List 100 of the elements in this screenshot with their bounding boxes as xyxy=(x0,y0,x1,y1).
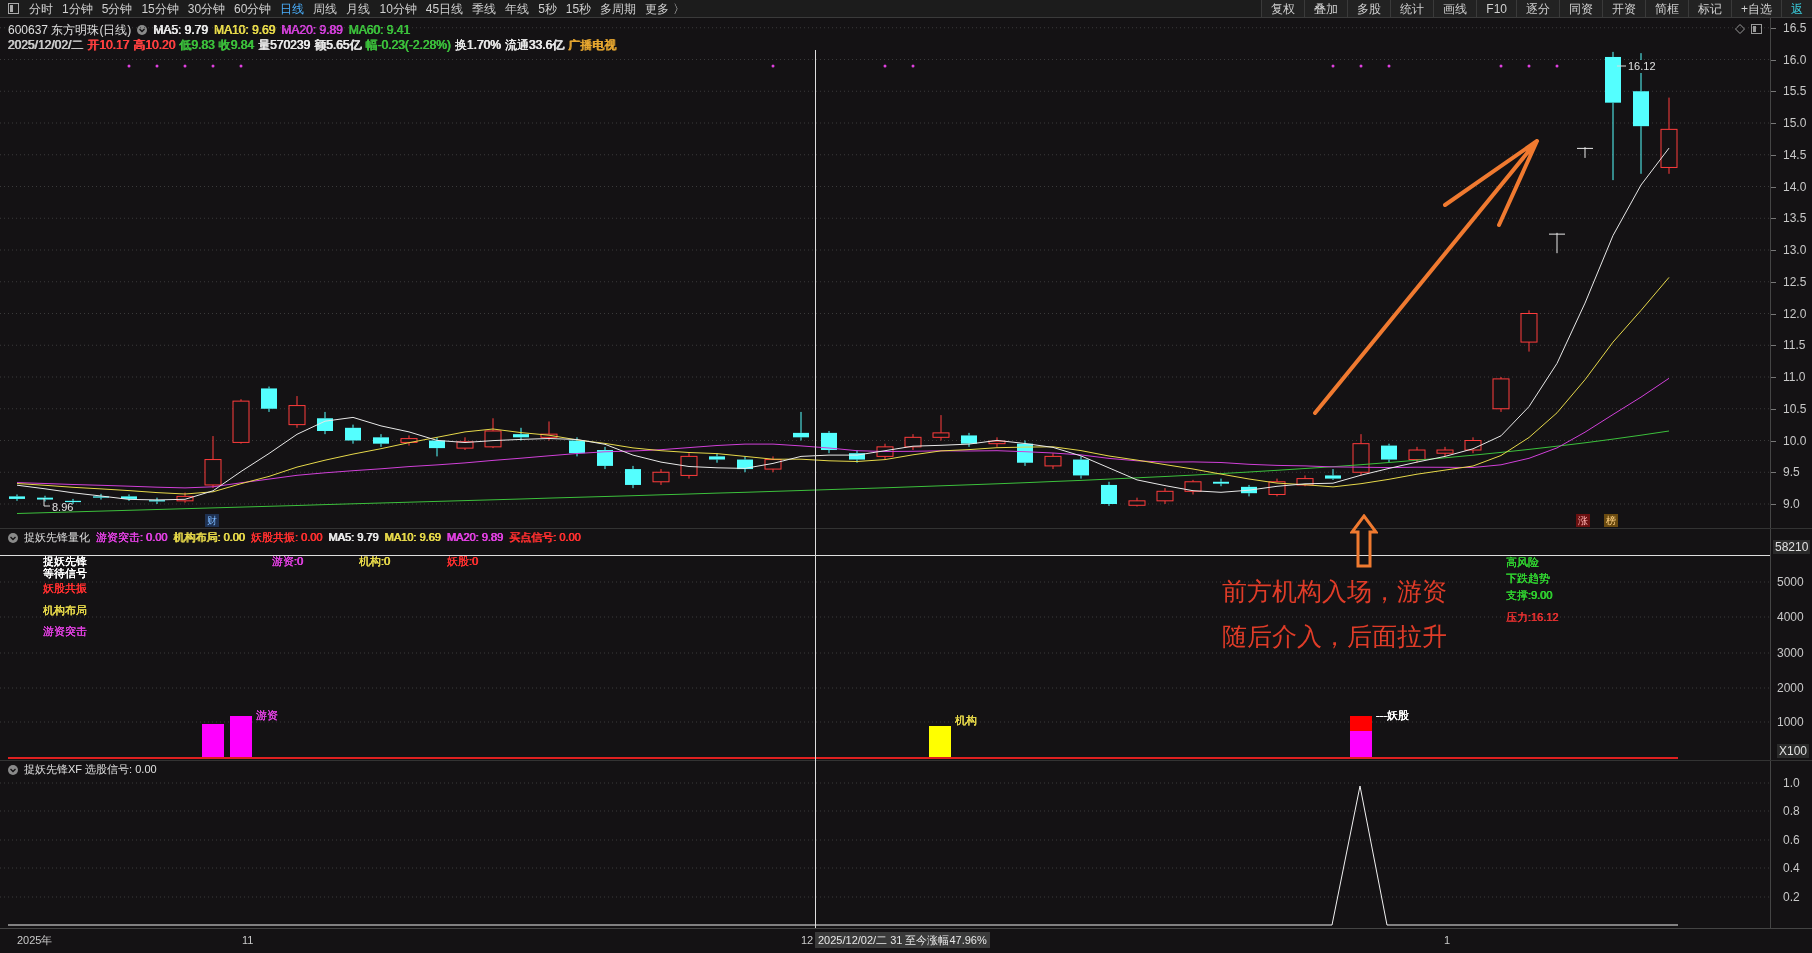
candlestick xyxy=(597,446,613,470)
period-tab[interactable]: 季线 xyxy=(472,0,497,18)
collapse-icon[interactable] xyxy=(8,764,18,775)
quote-value: 低9.83 xyxy=(179,37,215,54)
period-tab[interactable]: 分时 xyxy=(29,0,53,18)
axis-label: 1000 xyxy=(1777,715,1804,729)
price-axis-label: 16.5 xyxy=(1783,20,1807,35)
candlestick xyxy=(9,494,25,502)
ma-value: MA60: 9.41 xyxy=(348,22,411,39)
axis-label: 58210 xyxy=(1773,540,1811,554)
candlestick xyxy=(1548,232,1566,254)
candlestick xyxy=(261,386,277,413)
axis-label: 3000 xyxy=(1777,646,1804,660)
bar-label: ---妖股 xyxy=(1376,709,1409,721)
time-label: 1 xyxy=(1444,933,1451,947)
badge: 榜 xyxy=(1604,514,1618,527)
indicator-value: 妖股共振: 0.00 xyxy=(251,530,323,546)
period-tab[interactable]: 15秒 xyxy=(565,0,592,18)
period-tab[interactable]: 60分钟 xyxy=(234,0,272,18)
candlestick xyxy=(1044,452,1062,470)
legend-label: 妖股共振 xyxy=(43,582,87,594)
indicator-value: 机构布局: 0.00 xyxy=(173,530,246,546)
sidebar-toggle-icon[interactable] xyxy=(8,3,19,14)
price-axis-label: 9.5 xyxy=(1783,465,1800,480)
axis-label: 4000 xyxy=(1777,610,1804,624)
stock-title: 600637 东方明珠(日线) xyxy=(8,22,132,39)
candlestick xyxy=(1184,479,1202,495)
axis-label: 1.0 xyxy=(1783,776,1800,790)
period-tab[interactable]: 日线 xyxy=(280,0,305,18)
quote-value: 流通33.6亿 xyxy=(505,37,565,54)
period-tab[interactable]: 15分钟 xyxy=(141,0,179,18)
toolbar-button[interactable]: 返 xyxy=(1781,0,1812,17)
indicator-value: MA5: 9.79 xyxy=(328,530,379,546)
quote-value: 高10.20 xyxy=(133,37,176,54)
candlestick xyxy=(204,435,222,489)
signal-label: 高风险 xyxy=(1506,556,1539,568)
period-tab[interactable]: 5秒 xyxy=(538,0,557,18)
toolbar-button[interactable]: 标记 xyxy=(1688,0,1731,17)
period-tab[interactable]: 45日线 xyxy=(425,0,464,18)
candlestick xyxy=(709,452,725,464)
toolbar-button[interactable]: +自选 xyxy=(1731,0,1781,17)
candlestick xyxy=(1017,440,1033,467)
period-tab[interactable]: 月线 xyxy=(346,0,371,18)
candlestick xyxy=(1296,474,1314,487)
toolbar-button[interactable]: 统计 xyxy=(1390,0,1434,17)
toolbar-button[interactable]: 同资 xyxy=(1559,0,1602,17)
price-axis-label: 13.0 xyxy=(1783,243,1807,257)
price-axis-label: 12.5 xyxy=(1783,274,1807,289)
candlestick xyxy=(652,468,670,486)
period-tab[interactable]: 30分钟 xyxy=(187,0,226,18)
candlestick xyxy=(484,417,502,449)
axis-label: 2000 xyxy=(1777,681,1804,695)
candlestick xyxy=(849,449,865,464)
toolbar-button[interactable]: 叠加 xyxy=(1304,0,1348,17)
collapse-icon[interactable] xyxy=(8,532,18,543)
period-tab[interactable]: 周线 xyxy=(313,0,338,18)
period-tab[interactable]: 更多 〉 xyxy=(645,0,685,18)
price-axis-label: 9.0 xyxy=(1783,497,1800,511)
toolbar-button[interactable]: 简框 xyxy=(1645,0,1688,17)
candlestick xyxy=(345,424,361,445)
leader-line xyxy=(1616,65,1627,67)
toolbar-button[interactable]: 复权 xyxy=(1261,0,1305,17)
low-price-label: 8.96 xyxy=(52,500,74,515)
period-tab[interactable]: 10分钟 xyxy=(379,0,417,18)
candlestick xyxy=(1520,309,1538,353)
indicator-title: 捉妖先锋XF 选股信号: 0.00 xyxy=(24,762,157,778)
collapse-icon[interactable] xyxy=(137,25,148,35)
indicator-value: MA10: 9.69 xyxy=(384,530,441,546)
legend-label: 游资突击 xyxy=(43,625,87,637)
period-tab[interactable]: 5分钟 xyxy=(101,0,133,18)
toolbar-button[interactable]: 开资 xyxy=(1602,0,1645,17)
candlestick xyxy=(1325,468,1341,481)
bar-label: 游资 xyxy=(256,709,278,721)
candlestick xyxy=(764,455,782,473)
price-axis-label: 14.0 xyxy=(1783,179,1807,194)
period-tab[interactable]: 多周期 xyxy=(600,0,637,18)
indicator-value: 买点信号: 0.00 xyxy=(509,530,581,546)
candlestick xyxy=(456,436,474,451)
toolbar-button[interactable]: 逐分 xyxy=(1516,0,1559,17)
diamond-icon[interactable] xyxy=(1735,24,1745,34)
ma-value: MA5: 9.79 xyxy=(153,22,209,39)
quote-value: 额5.65亿 xyxy=(314,37,362,54)
annotation-text: 前方机构入场，游资 xyxy=(1222,576,1447,606)
toolbar-button[interactable]: 多股 xyxy=(1347,0,1391,17)
panel-icon[interactable] xyxy=(1751,24,1762,34)
period-tab[interactable]: 年线 xyxy=(505,0,530,18)
candlestick xyxy=(1436,446,1454,457)
counter-label: 妖股:0 xyxy=(447,555,479,567)
candlestick xyxy=(232,398,250,445)
period-tab[interactable]: 1分钟 xyxy=(62,0,93,18)
axis-label: 5000 xyxy=(1777,575,1804,589)
candlestick xyxy=(625,465,641,489)
counter-label: 游资:0 xyxy=(272,555,304,567)
quote-value: 幅-0.23(-2.28%) xyxy=(365,37,451,54)
toolbar-button[interactable]: F10 xyxy=(1476,0,1516,17)
candlestick xyxy=(932,414,950,441)
bar xyxy=(230,716,252,758)
toolbar-button[interactable]: 画线 xyxy=(1433,0,1477,17)
price-axis-label: 11.5 xyxy=(1783,338,1806,353)
candlestick xyxy=(373,433,389,448)
